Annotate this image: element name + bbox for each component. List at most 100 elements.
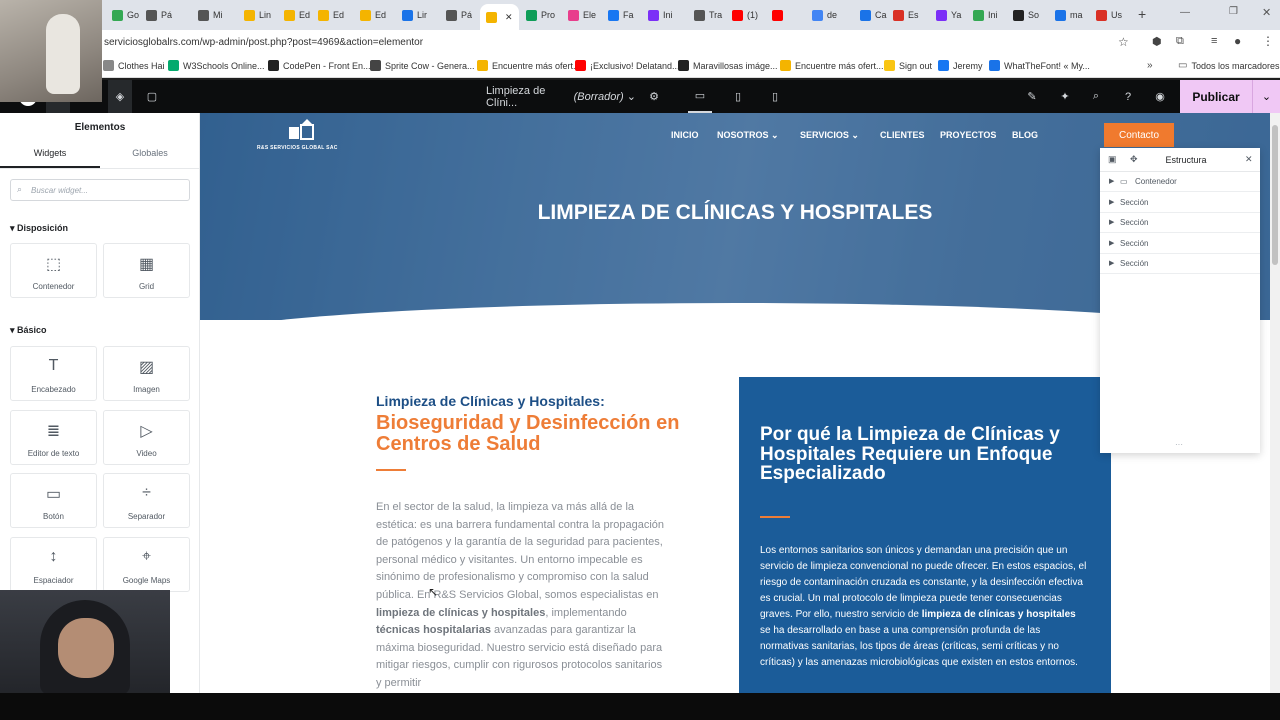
widget-card[interactable]: ↕ Espaciador — [10, 536, 97, 592]
browser-tab[interactable]: Tra — [694, 4, 722, 26]
structure-item[interactable]: ▶ Sección — [1100, 234, 1260, 254]
caret-right-icon[interactable]: ▶ — [1109, 218, 1114, 226]
preview-eye-icon[interactable]: ◉ — [1150, 80, 1170, 113]
bookmark-item[interactable]: ¡Exclusivo! Delatand... — [575, 60, 680, 71]
contact-button[interactable]: Contacto — [1104, 123, 1174, 147]
structure-item[interactable]: ▶ Sección — [1100, 254, 1260, 275]
structure-item[interactable]: ▶ ▭ Contenedor — [1100, 172, 1260, 192]
desktop-view-icon[interactable]: ▭ — [688, 80, 712, 113]
browser-tab[interactable]: Ini — [973, 4, 998, 26]
browser-tab[interactable]: de — [812, 4, 837, 26]
publish-button[interactable]: Publicar — [1180, 80, 1252, 113]
tablet-view-icon[interactable]: ▯ — [728, 80, 748, 113]
browser-tab[interactable]: Ele — [568, 4, 596, 26]
bookmark-item[interactable]: W3Schools Online... — [168, 60, 265, 71]
minimize-icon[interactable]: — — [1180, 7, 1190, 18]
structure-resize-handle[interactable]: ··· — [1175, 440, 1183, 449]
widget-card[interactable]: ⌖ Google Maps — [103, 536, 190, 592]
browser-tab[interactable]: Ini — [648, 4, 673, 26]
bookmark-item[interactable]: Encuentre más ofert... — [780, 60, 884, 71]
browser-tab[interactable]: Ed — [360, 4, 386, 26]
mobile-view-icon[interactable]: ▯ — [766, 80, 784, 113]
nav-item[interactable]: PROYECTOS — [940, 130, 996, 140]
notes-icon[interactable]: ▢ — [140, 80, 164, 113]
address-bar[interactable]: serviciosglobalrs.com/wp-admin/post.php?… — [0, 30, 1280, 56]
nav-item[interactable]: SERVICIOS ⌄ — [800, 130, 859, 141]
browser-tab[interactable]: Fa — [608, 4, 634, 26]
publish-options-chevron-icon[interactable]: ⌄ — [1252, 80, 1280, 113]
close-window-icon[interactable]: ✕ — [1262, 6, 1271, 19]
browser-tab[interactable]: Pá — [446, 4, 472, 26]
structure-close-icon[interactable]: ✕ — [1245, 154, 1253, 165]
help-icon[interactable]: ? — [1118, 80, 1138, 113]
widget-card[interactable]: ÷ Separador — [103, 473, 190, 528]
browser-tab[interactable]: Es — [893, 4, 919, 26]
bookmark-item[interactable]: WhatTheFont! « My... — [989, 60, 1090, 71]
browser-tab[interactable]: Us — [1096, 4, 1122, 26]
category-layout[interactable]: ▾ Disposición — [10, 223, 68, 234]
browser-tab[interactable]: Pá — [146, 4, 172, 26]
extension-icon[interactable]: ⬢ — [1152, 35, 1162, 48]
section-body-text[interactable]: En el sector de la salud, la limpieza va… — [376, 499, 666, 693]
nav-item[interactable]: BLOG — [1012, 130, 1038, 140]
widget-card[interactable]: ⬚ Contenedor — [10, 243, 97, 298]
category-basic[interactable]: ▾ Básico — [10, 325, 47, 336]
nav-item[interactable]: INICIO — [671, 130, 699, 140]
menu-icon[interactable]: ⋮ — [1262, 34, 1274, 48]
nav-item[interactable]: NOSOTROS ⌄ — [717, 130, 779, 141]
widget-card[interactable]: ▨ Imagen — [103, 346, 190, 401]
browser-tab[interactable]: (1) — [732, 4, 758, 26]
bookmark-item[interactable]: Maravillosas imáge... — [678, 60, 778, 71]
restore-icon[interactable]: ❐ — [1229, 6, 1238, 17]
widget-card[interactable]: ▦ Grid — [103, 243, 190, 298]
nav-item[interactable]: CLIENTES — [880, 130, 925, 140]
bookmark-item[interactable]: Clothes Hai — [103, 60, 165, 71]
search-icon[interactable]: ⌕ — [1086, 80, 1106, 113]
paint-brush-icon[interactable]: ✎ — [1022, 80, 1042, 113]
page-settings-gear-icon[interactable]: ⚙ — [644, 80, 664, 113]
more-bookmarks-icon[interactable]: » — [1147, 60, 1153, 71]
browser-tab[interactable]: Ya — [936, 4, 961, 26]
profile-icon[interactable]: ● — [1234, 34, 1241, 48]
canvas-scrollbar[interactable] — [1270, 113, 1280, 693]
structure-item[interactable]: ▶ Sección — [1100, 193, 1260, 213]
structure-layers-icon[interactable]: ◈ — [108, 80, 132, 113]
scrollbar-thumb[interactable] — [1272, 125, 1278, 265]
tab-widgets[interactable]: Widgets — [0, 148, 100, 168]
widget-card[interactable]: ≣ Editor de texto — [10, 409, 97, 465]
browser-tab[interactable] — [772, 4, 787, 26]
browser-tab[interactable]: Ed — [284, 4, 310, 26]
section-main-heading[interactable]: Bioseguridad y Desinfección en Centros d… — [376, 413, 706, 455]
section-sub-heading[interactable]: Limpieza de Clínicas y Hospitales: — [376, 393, 605, 409]
bookmark-item[interactable]: Encuentre más ofert... — [477, 60, 581, 71]
bookmark-item[interactable]: CodePen - Front En... — [268, 60, 371, 71]
caret-right-icon[interactable]: ▶ — [1109, 239, 1114, 247]
close-tab-icon[interactable]: ✕ — [505, 12, 513, 23]
site-logo-icon[interactable] — [287, 119, 319, 141]
tab-globals[interactable]: Globales — [100, 148, 200, 168]
puzzle-icon[interactable]: ⧉ — [1176, 35, 1184, 48]
all-bookmarks-folder[interactable]: ▭ Todos los marcadores — [1178, 60, 1280, 71]
browser-tab[interactable]: Ed — [318, 4, 344, 26]
document-switcher[interactable]: Limpieza de Clíni... (Borrador) ⌄ — [486, 80, 636, 113]
browser-tab[interactable]: Ca — [860, 4, 887, 26]
browser-tab[interactable]: ✕ — [480, 4, 519, 30]
browser-tab[interactable]: ma — [1055, 4, 1083, 26]
caret-right-icon[interactable]: ▶ — [1109, 198, 1114, 206]
caret-right-icon[interactable]: ▶ — [1109, 177, 1114, 185]
widget-card[interactable]: ▷ Video — [103, 409, 190, 465]
new-tab-button[interactable]: + — [1138, 6, 1146, 22]
browser-tab[interactable]: Pro — [526, 4, 555, 26]
browser-tab[interactable]: Lir — [402, 4, 427, 26]
browser-tab[interactable]: Lin — [244, 4, 271, 26]
reading-list-icon[interactable]: ≡ — [1211, 35, 1217, 47]
browser-tab[interactable]: So — [1013, 4, 1039, 26]
widget-card[interactable]: T Encabezado — [10, 346, 97, 401]
caret-right-icon[interactable]: ▶ — [1109, 259, 1114, 267]
bookmark-item[interactable]: Sprite Cow - Genera... — [370, 60, 475, 71]
star-icon[interactable]: ☆ — [1118, 35, 1129, 49]
ai-sparkle-icon[interactable]: ✦ — [1055, 80, 1075, 113]
browser-tab[interactable]: Mi — [198, 4, 223, 26]
browser-tab[interactable]: Go — [112, 4, 139, 26]
widget-card[interactable]: ▭ Botón — [10, 473, 97, 528]
